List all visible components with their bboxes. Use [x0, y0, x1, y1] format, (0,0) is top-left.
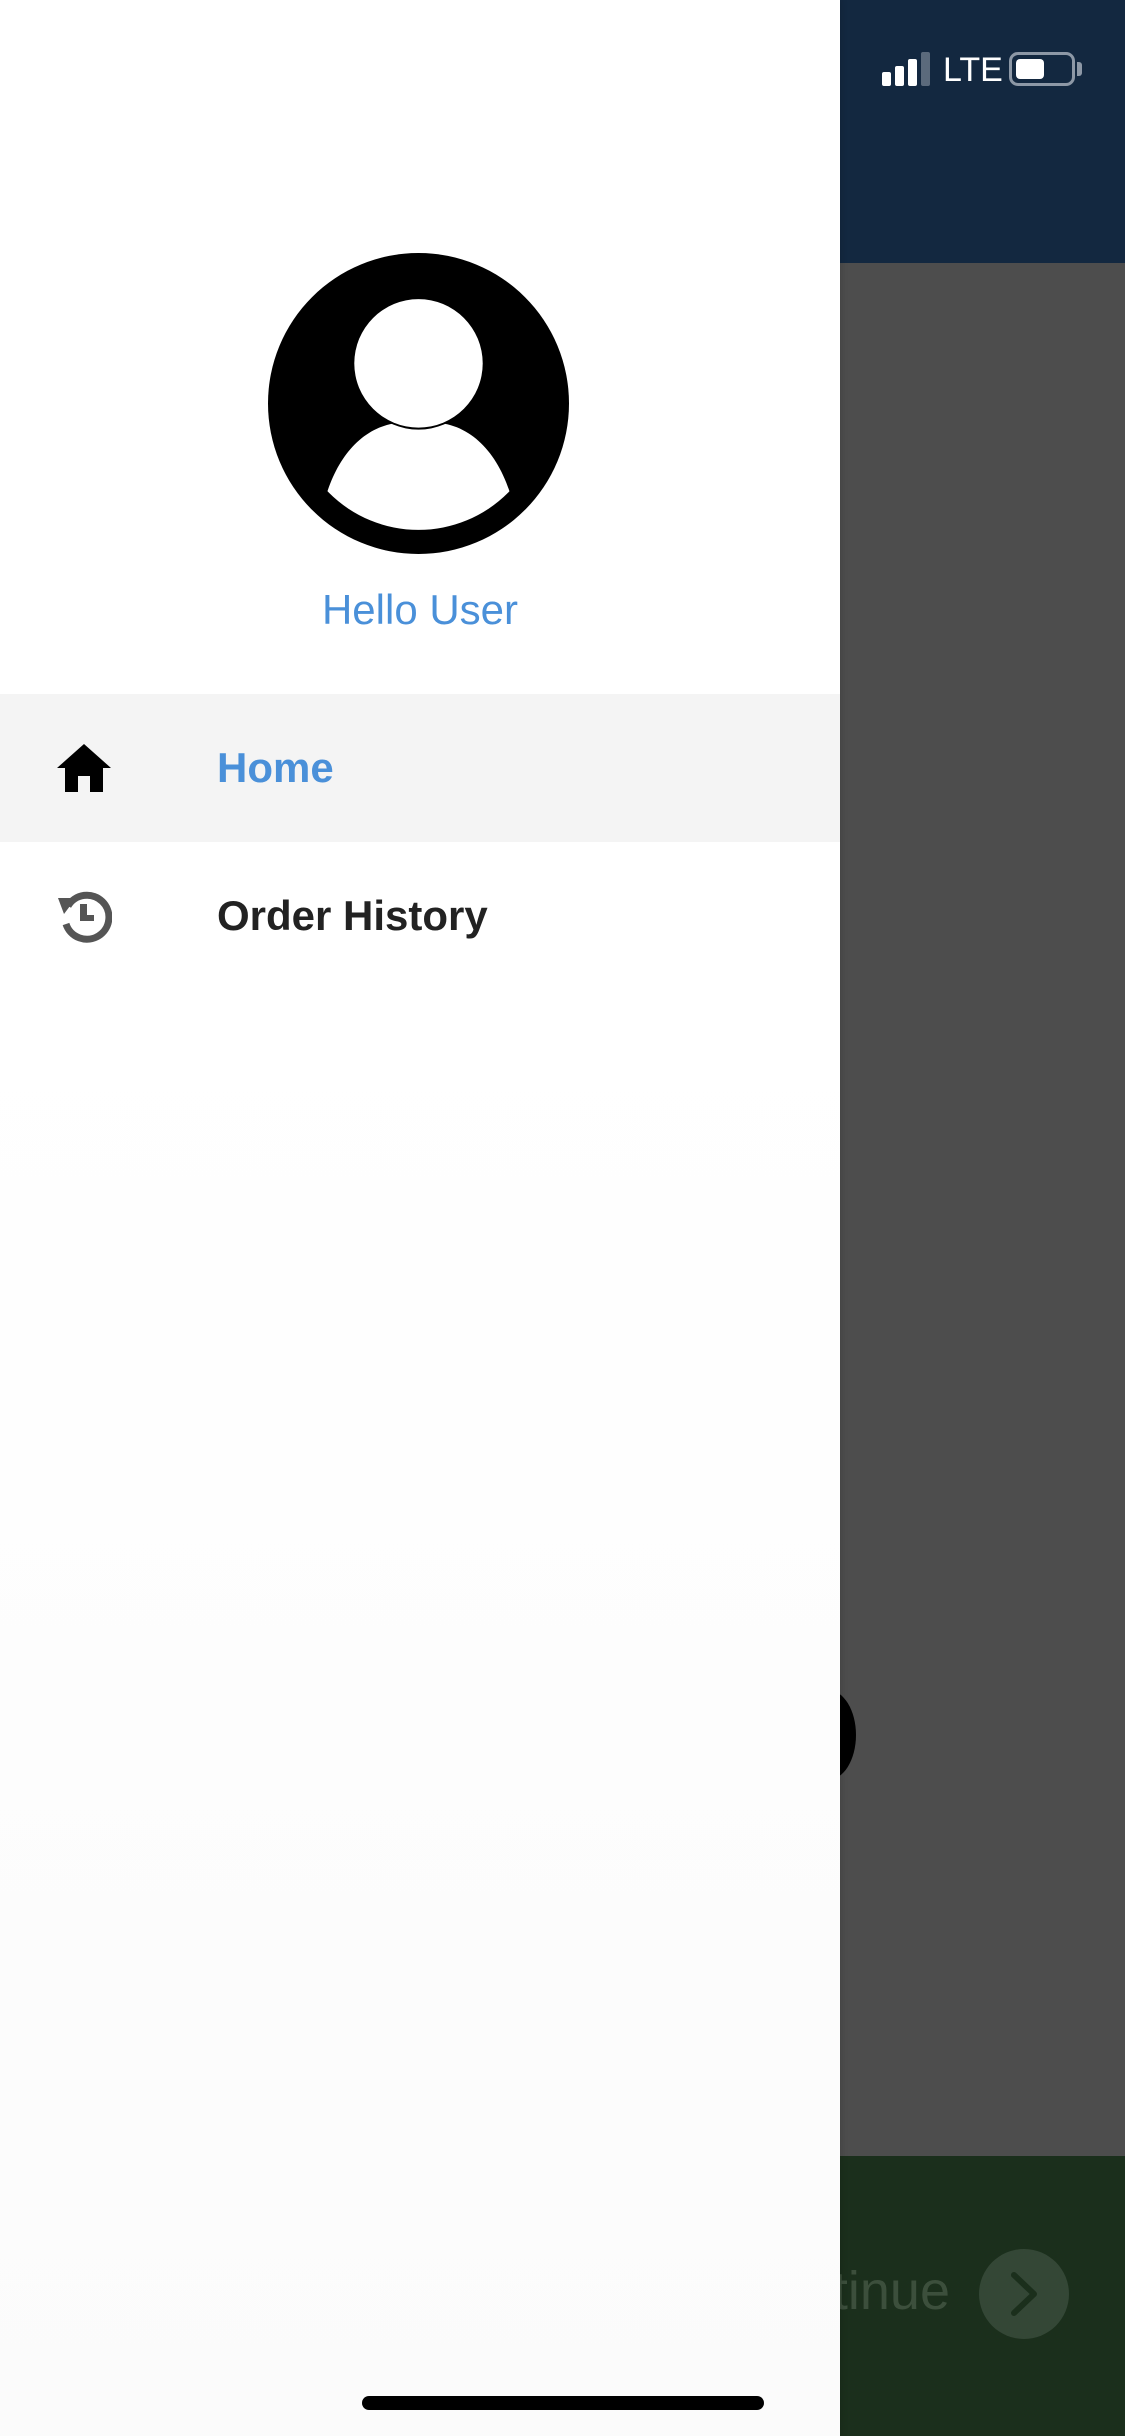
battery-icon — [1009, 52, 1075, 86]
network-type: LTE — [943, 51, 1003, 89]
menu-label-home: Home — [217, 744, 334, 791]
greeting-text: Hello User — [321, 586, 519, 633]
continue-button[interactable] — [979, 2249, 1069, 2339]
home-indicator[interactable] — [362, 2396, 764, 2410]
battery-level-fill — [1016, 59, 1044, 79]
user-avatar-icon[interactable] — [268, 253, 569, 554]
drawer-background — [0, 1000, 840, 2436]
chevron-right-icon — [1011, 2272, 1037, 2316]
cellular-signal-icon — [880, 50, 932, 86]
history-icon — [54, 886, 114, 946]
home-icon — [54, 738, 114, 798]
navigation-drawer: Hello User Home Order History — [0, 0, 840, 2436]
menu-item-home[interactable]: Home — [0, 694, 840, 842]
menu-label-order-history: Order History — [217, 892, 488, 939]
menu-item-order-history[interactable]: Order History — [0, 842, 840, 990]
battery-tip — [1077, 62, 1082, 76]
